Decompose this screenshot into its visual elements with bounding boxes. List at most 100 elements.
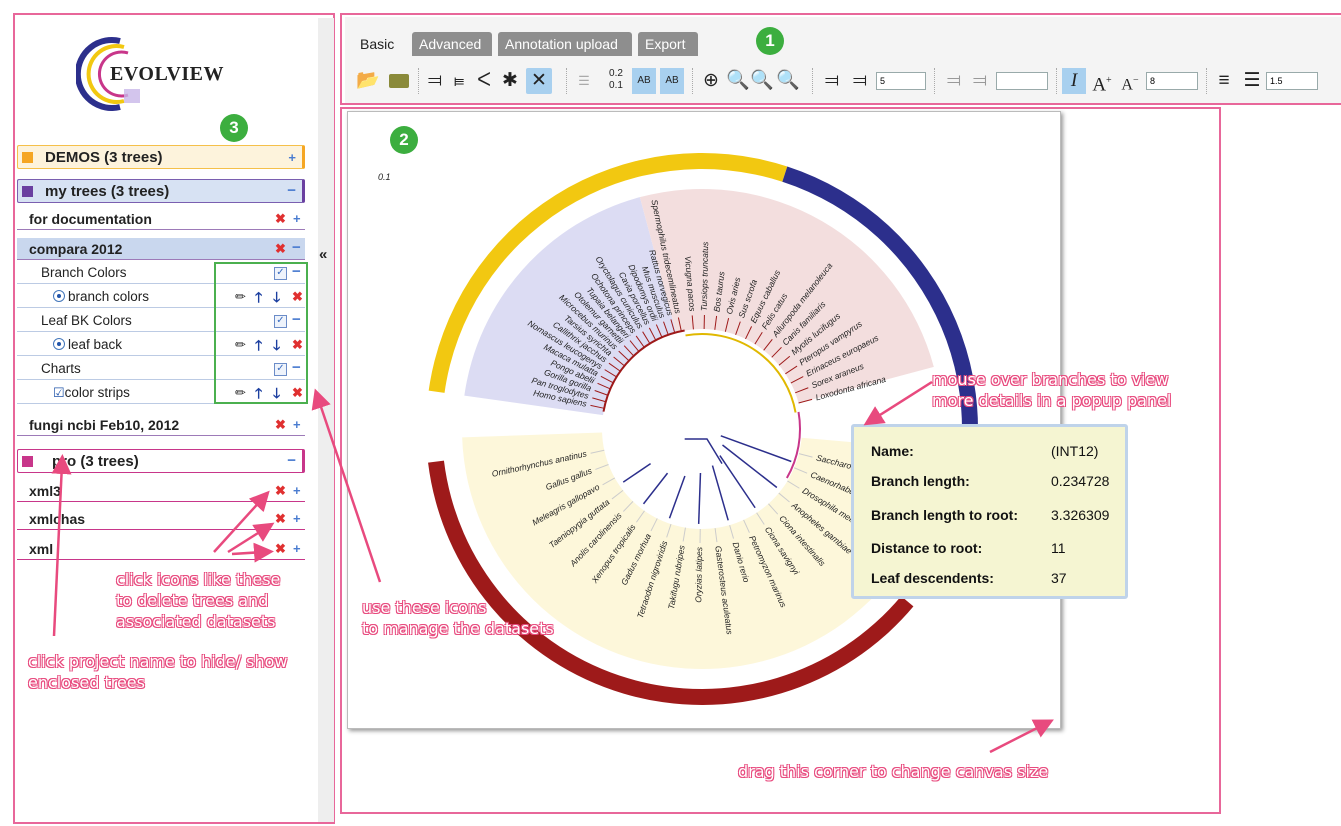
annotation-line: to manage the datasets [362,619,554,638]
annotation-line: click project name to hide/ show [28,652,288,671]
line-thicker-icon[interactable]: ≡ [1212,68,1236,94]
show-leaf-labels-icon[interactable]: AB [632,68,656,94]
tree-item-fungi-ncbi[interactable]: fungi ncbi Feb10, 2012 ✖ + [17,414,305,436]
expand-tree-icon[interactable]: + [293,480,301,502]
tree-label: xml3 [29,483,61,499]
toolbar-separator [934,68,936,94]
expand-vertical-icon[interactable]: ⫤ [820,68,844,94]
collapse-project-icon[interactable]: − [287,179,296,203]
unrooted-tree-icon[interactable]: ✱ [498,68,522,94]
annotation-line: associated datasets [116,612,276,631]
dataset-item-label: leaf back [68,337,123,352]
align-labels-icon[interactable]: AB [660,68,684,94]
annotation-line: enclosed trees [28,673,145,692]
tree-item-compara-2012[interactable]: compara 2012 ✖ − [17,238,305,260]
delete-tree-icon[interactable]: ✖ [275,538,286,560]
expand-tree-icon[interactable]: + [293,414,301,436]
radio-icon[interactable] [53,290,65,302]
expand-tree-icon[interactable]: + [293,208,301,230]
popup-value: 0.234728 [1051,473,1110,489]
slanted-tree-icon[interactable]: ⫢ [448,68,470,94]
expand-tree-icon[interactable]: + [293,538,301,560]
project-label: pro (3 trees) [52,453,139,470]
sidebar-collapse-bar[interactable]: « [318,18,334,822]
blue-branch [622,463,652,483]
popup-value: 11 [1051,540,1066,556]
toolbar-separator [418,68,420,94]
leaf-right-label: Tursiops truncatus [699,241,710,311]
delete-tree-icon[interactable]: ✖ [275,208,286,230]
blue-branch [642,472,669,505]
dataset-item-label: branch colors [68,289,150,304]
tree-label: xmlchas [29,511,86,527]
tree-label: compara 2012 [29,241,123,257]
popup-value: 37 [1051,570,1067,586]
shrink-horizontal-icon[interactable]: ⫤ [968,68,992,94]
tree-item-xml3[interactable]: xml3 ✖ + [17,480,305,502]
evolview-logo: EVOLVIEW [76,33,256,111]
font-increase-icon[interactable]: A+ [1090,68,1114,95]
circular-tree-icon[interactable]: ✕ [526,68,552,94]
project-label: DEMOS (3 trees) [45,149,163,166]
zoom-in-icon[interactable]: 🔍 [726,68,750,94]
popup-label: Leaf descendents: [871,570,994,586]
dataset-group-label: Charts [41,361,81,376]
dataset-group-label: Branch Colors [41,265,127,280]
italic-icon[interactable]: I [1062,68,1086,94]
blue-branch [720,435,792,463]
collapse-sidebar-icon[interactable]: « [319,246,327,263]
svg-export-icon[interactable] [386,68,412,94]
toolbar-separator [812,68,814,94]
vertical-spacing-input[interactable] [876,72,926,90]
project-pro[interactable]: pro (3 trees) − [17,449,305,473]
tree-label: xml [29,541,54,557]
checkbox-icon[interactable]: ☑ [53,385,65,400]
project-label: my trees (3 trees) [45,183,170,200]
tab-basic[interactable]: Basic [353,32,405,56]
blue-branch [719,455,756,509]
delete-tree-icon[interactable]: ✖ [275,238,286,260]
line-thinner-icon[interactable]: ☰ [1240,68,1264,94]
tree-item-for-documentation[interactable]: for documentation ✖ + [17,208,305,230]
cladogram-icon[interactable]: ᐸ [472,68,496,94]
expand-project-icon[interactable]: + [288,146,296,170]
delete-tree-icon[interactable]: ✖ [275,480,286,502]
project-demos[interactable]: DEMOS (3 trees) + [17,145,305,169]
tree-item-xmlchas[interactable]: xmlchas ✖ + [17,508,305,530]
font-decrease-icon[interactable]: A− [1118,68,1142,94]
mouse-icon[interactable]: ⊕ [700,68,722,94]
tree-item-xml[interactable]: xml ✖ + [17,538,305,560]
rectangular-tree-icon[interactable]: ⫤ [424,68,446,94]
line-width-input[interactable] [1266,72,1318,90]
align-leaves-icon[interactable]: ☰ [572,68,596,94]
tab-advanced[interactable]: Advanced [412,32,492,56]
zoom-reset-icon[interactable]: 🔍 [776,68,800,94]
dataset-tools-highlight [214,262,308,404]
collapse-tree-icon[interactable]: − [292,237,301,259]
branch-length-icon[interactable]: 0.2 0.1 [604,68,628,94]
popup-label: Distance to root: [871,540,983,556]
project-my-trees[interactable]: my trees (3 trees) − [17,179,305,203]
expand-horizontal-icon[interactable]: ⫤ [942,68,966,94]
tree-label: fungi ncbi Feb10, 2012 [29,417,180,433]
open-folder-icon[interactable]: 📂 [356,68,380,94]
toolbar-separator [1206,68,1208,94]
tab-annotation-upload[interactable]: Annotation upload [498,32,632,56]
collapse-project-icon[interactable]: − [287,449,296,473]
annotation-mouse-over: mouse over branches to view more details… [932,369,1171,411]
shrink-vertical-icon[interactable]: ⫤ [848,68,872,94]
font-size-input[interactable] [1146,72,1198,90]
popup-label: Branch length: [871,473,970,489]
delete-tree-icon[interactable]: ✖ [275,508,286,530]
marker-1: 1 [756,27,784,55]
zoom-out-icon[interactable]: 🔍 [750,68,774,94]
popup-label: Name: [871,443,914,459]
annotation-line: drag this corner to change canvas size [738,762,1049,781]
marker-3: 3 [220,114,248,142]
tab-export[interactable]: Export [638,32,698,56]
delete-tree-icon[interactable]: ✖ [275,414,286,436]
horizontal-spacing-input[interactable] [996,72,1048,90]
radio-icon[interactable] [53,338,65,350]
expand-tree-icon[interactable]: + [293,508,301,530]
annotation-line: more details in a popup panel [932,391,1172,410]
